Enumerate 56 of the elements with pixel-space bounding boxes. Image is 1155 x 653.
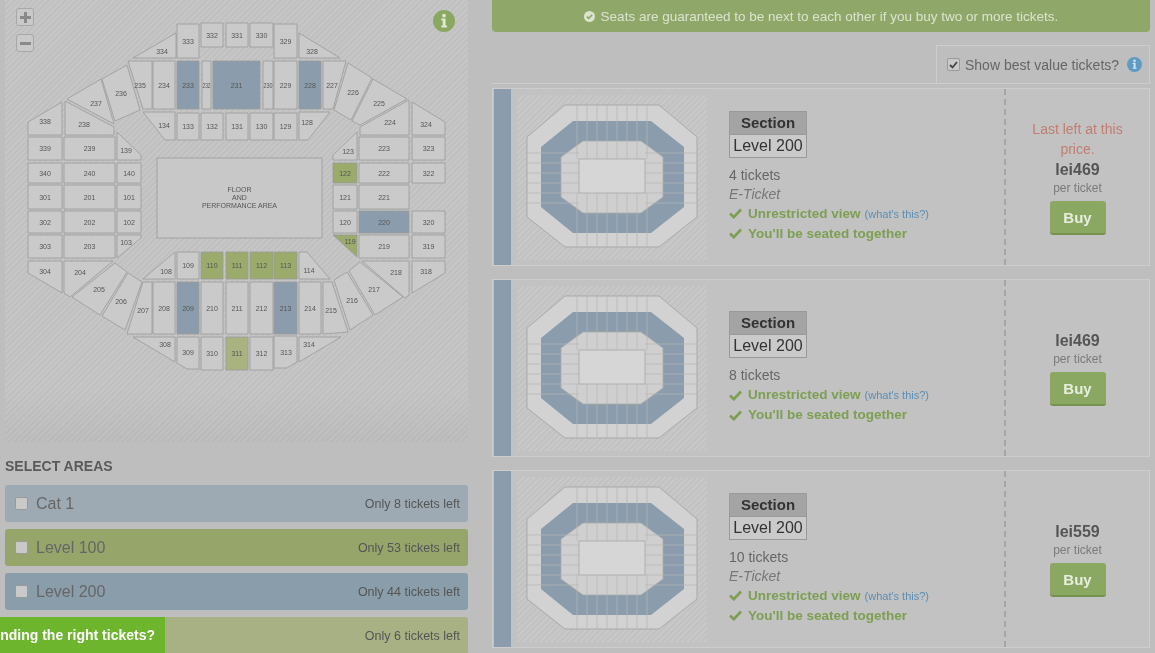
- check-icon: [729, 389, 742, 401]
- check-icon: [729, 590, 742, 601]
- section-heading: Section: [730, 111, 806, 134]
- stock-notice: Last left at this price.: [1031, 120, 1124, 159]
- section-heading: SELECT AREAS: [5, 458, 114, 474]
- price-unit: per ticket: [1053, 542, 1102, 558]
- section-name: Level 200: [730, 515, 806, 539]
- checkbox-label[interactable]: Show best value tickets?: [965, 56, 1120, 73]
- banner-text: Seats are guaranteed to be next to each other if you buy two or more tickets.: [600, 8, 1059, 24]
- ticket-price: lei469: [1055, 331, 1100, 351]
- check-icon: [729, 610, 742, 621]
- section-name: Level 200: [730, 133, 806, 157]
- zoom-in-button[interactable]: [16, 8, 34, 26]
- availability-text: Only 6 tickets left: [364, 628, 460, 643]
- help-tab[interactable]: nding the right tickets?: [0, 617, 165, 653]
- price-unit: per ticket: [1053, 351, 1102, 367]
- feature-text: Unrestricted view: [748, 386, 861, 404]
- area-option[interactable]: Only 6 tickets left: [165, 617, 468, 653]
- check-icon: [729, 409, 742, 421]
- ticket-price: lei469: [1055, 160, 1100, 180]
- info-icon[interactable]: [1127, 57, 1142, 72]
- ticket-price: lei559: [1055, 522, 1100, 542]
- feature-text: You'll be seated together: [748, 406, 907, 424]
- area-option[interactable]: Cat 1 Only 8 tickets left: [5, 485, 468, 522]
- section-name: Level 200: [730, 334, 806, 357]
- checkbox[interactable]: [15, 541, 28, 554]
- area-label: Level 200: [36, 582, 106, 601]
- section-heading: Section: [730, 493, 806, 516]
- delivery-type: E-Ticket: [729, 184, 781, 204]
- area-label: Level 100: [36, 538, 106, 557]
- feature-text: You'll be seated together: [748, 606, 907, 625]
- area-option[interactable]: Level 100 Only 53 tickets left: [5, 529, 468, 566]
- check-circle-icon: [583, 10, 595, 22]
- info-icon[interactable]: [433, 10, 455, 32]
- zoom-out-button[interactable]: [16, 34, 34, 52]
- delivery-type: E-Ticket: [729, 566, 781, 586]
- availability-text: Only 8 tickets left: [364, 496, 460, 511]
- price-unit: per ticket: [1053, 180, 1102, 196]
- area-label: Cat 1: [36, 494, 75, 513]
- checkbox[interactable]: [15, 497, 28, 510]
- checkbox[interactable]: [947, 58, 960, 71]
- feature-text: You'll be seated together: [748, 224, 907, 243]
- area-option[interactable]: Level 200 Only 44 tickets left: [5, 573, 468, 610]
- plus-icon: [19, 11, 31, 23]
- availability-text: Only 44 tickets left: [357, 584, 460, 599]
- check-icon: [729, 228, 742, 239]
- availability-text: Only 53 tickets left: [357, 540, 460, 555]
- ticket-quantity: 8 tickets: [729, 366, 781, 385]
- checkbox[interactable]: [15, 585, 28, 598]
- minus-icon: [19, 41, 31, 45]
- feature-text: Unrestricted view: [748, 586, 861, 605]
- feature-text: Unrestricted view: [748, 204, 861, 223]
- ticket-quantity: 4 tickets: [729, 165, 781, 185]
- ticket-quantity: 10 tickets: [729, 547, 789, 567]
- section-heading: Section: [730, 312, 806, 334]
- check-icon: [729, 208, 742, 219]
